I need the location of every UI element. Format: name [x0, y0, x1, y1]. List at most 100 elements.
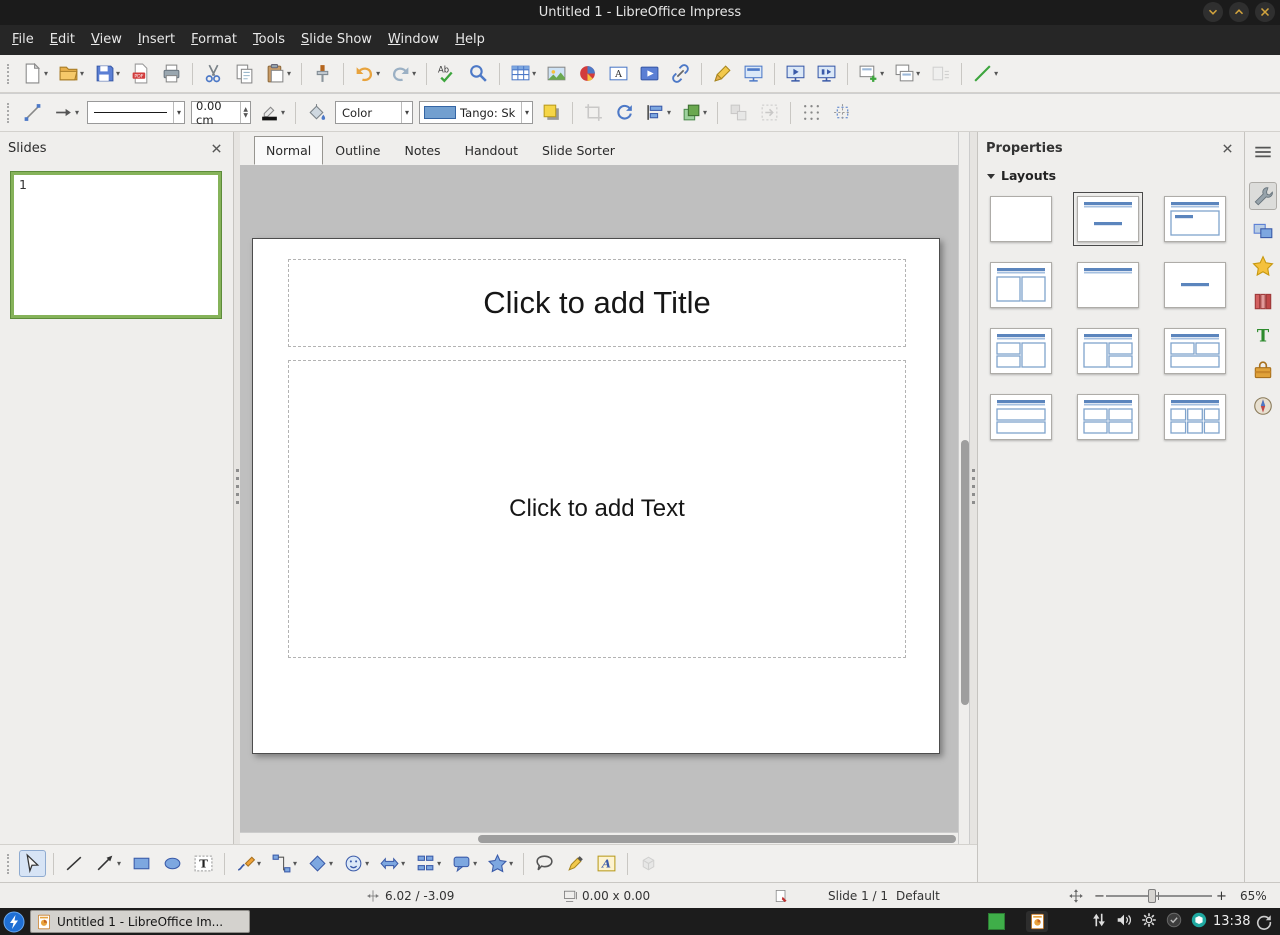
layout-title-only[interactable]	[1077, 262, 1139, 308]
dropdown-arrow-icon[interactable]: ▾	[257, 859, 261, 868]
insert-table-button[interactable]: ▾	[507, 60, 539, 87]
workspace-indicator[interactable]	[988, 913, 1005, 930]
dropdown-arrow-icon[interactable]: ▾	[401, 102, 412, 123]
dropdown-arrow-icon[interactable]: ▾	[916, 69, 920, 78]
snap-guides-button[interactable]	[829, 99, 856, 126]
undo-button[interactable]: ▾	[351, 60, 383, 87]
ellipse-tool-button[interactable]	[159, 850, 186, 877]
clone-formatting-button[interactable]	[309, 60, 336, 87]
shadow-button[interactable]	[538, 99, 565, 126]
insert-hyperlink-button[interactable]	[667, 60, 694, 87]
dropdown-arrow-icon[interactable]: ▾	[532, 69, 536, 78]
view-tab-outline[interactable]: Outline	[323, 136, 392, 165]
insert-chart-button[interactable]	[574, 60, 601, 87]
extrusion-button[interactable]	[635, 850, 662, 877]
zoom-slider-track[interactable]	[1106, 895, 1212, 897]
master-style-name[interactable]: Default	[896, 883, 940, 909]
text-placeholder[interactable]: Click to add Text	[288, 360, 906, 658]
redo-button[interactable]: ▾	[387, 60, 419, 87]
menu-insert[interactable]: Insert	[130, 25, 183, 55]
open-button[interactable]: ▾	[55, 60, 87, 87]
dropdown-arrow-icon[interactable]: ▾	[667, 108, 671, 117]
points-tool-button[interactable]	[531, 850, 558, 877]
menu-help[interactable]: Help	[447, 25, 493, 55]
zoom-level[interactable]: 65%	[1240, 883, 1267, 909]
layout-title-2t-1b[interactable]	[1164, 328, 1226, 374]
master-slide-button[interactable]	[740, 60, 767, 87]
layouts-section-header[interactable]: Layouts	[978, 164, 1244, 187]
zoom-out-button[interactable]: −	[1094, 883, 1105, 909]
insert-line-button[interactable]: ▾	[969, 60, 1001, 87]
group-button[interactable]	[725, 99, 752, 126]
dropdown-arrow-icon[interactable]: ▾	[173, 102, 184, 123]
dropdown-arrow-icon[interactable]: ▾	[117, 859, 121, 868]
session-button[interactable]	[1255, 912, 1274, 931]
dropdown-arrow-icon[interactable]: ▾	[365, 859, 369, 868]
dropdown-arrow-icon[interactable]: ▾	[437, 859, 441, 868]
tray-volume-button[interactable]	[1115, 911, 1133, 933]
view-tab-handout[interactable]: Handout	[453, 136, 530, 165]
window-minimize-button[interactable]	[1203, 2, 1223, 22]
menu-format[interactable]: Format	[183, 25, 245, 55]
show-draw-functions-button[interactable]	[709, 60, 736, 87]
save-button[interactable]: ▾	[91, 60, 123, 87]
lines-arrows-button[interactable]: ▾	[92, 850, 124, 877]
fit-slide-button[interactable]	[1068, 883, 1084, 909]
view-tab-normal[interactable]: Normal	[254, 136, 323, 165]
sidebar-tab-gallery[interactable]	[1249, 287, 1277, 315]
sidebar-tab-animation[interactable]	[1249, 252, 1277, 280]
cut-button[interactable]	[200, 60, 227, 87]
stars-button[interactable]: ▾	[484, 850, 516, 877]
slides-panel-close-button[interactable]	[207, 139, 225, 157]
zoom-in-button[interactable]: +	[1216, 883, 1227, 909]
window-maximize-button[interactable]	[1229, 2, 1249, 22]
dropdown-arrow-icon[interactable]: ▾	[287, 69, 291, 78]
dropdown-arrow-icon[interactable]: ▾	[703, 108, 707, 117]
toolbar-drag-handle[interactable]	[7, 64, 10, 84]
taskbar-clock[interactable]: 13:38	[1213, 908, 1250, 935]
copy-button[interactable]	[231, 60, 258, 87]
view-tab-slide-sorter[interactable]: Slide Sorter	[530, 136, 627, 165]
line-style-select[interactable]: ▾	[87, 101, 185, 124]
flowchart-button[interactable]: ▾	[412, 850, 444, 877]
menu-view[interactable]: View	[83, 25, 130, 55]
window-close-button[interactable]	[1255, 2, 1275, 22]
menu-edit[interactable]: Edit	[42, 25, 83, 55]
slide-canvas[interactable]: Click to add Title Click to add Text	[252, 238, 940, 754]
title-placeholder[interactable]: Click to add Title	[288, 259, 906, 347]
dropdown-arrow-icon[interactable]: ▾	[293, 859, 297, 868]
curves-button[interactable]: ▾	[232, 850, 264, 877]
layout-blank[interactable]	[990, 196, 1052, 242]
dropdown-arrow-icon[interactable]: ▾	[473, 859, 477, 868]
start-slideshow-button[interactable]	[782, 60, 809, 87]
tray-document-button[interactable]	[1026, 911, 1048, 932]
line-tool-button[interactable]	[61, 850, 88, 877]
toolbar-drag-handle[interactable]	[7, 103, 10, 123]
dropdown-arrow-icon[interactable]: ▾	[281, 108, 285, 117]
duplicate-slide-button[interactable]: ▾	[891, 60, 923, 87]
textbox-tool-button[interactable]: T	[190, 850, 217, 877]
spinner-arrows-icon[interactable]: ▲▼	[240, 102, 250, 123]
export-pdf-button[interactable]: PDF	[127, 60, 154, 87]
zoom-slider[interactable]	[1106, 883, 1212, 909]
horizontal-scrollbar[interactable]	[240, 832, 958, 844]
sidebar-tab-navigator[interactable]	[1249, 392, 1277, 420]
zoom-slider-thumb[interactable]	[1148, 889, 1156, 903]
tray-status-indicator-button[interactable]	[1165, 911, 1183, 933]
print-button[interactable]	[158, 60, 185, 87]
crop-image-button[interactable]	[580, 99, 607, 126]
symbol-shapes-button[interactable]: ▾	[340, 850, 372, 877]
layout-title-6[interactable]	[1164, 394, 1226, 440]
enter-group-button[interactable]	[756, 99, 783, 126]
line-width-input[interactable]: 0.00 cm▲▼	[191, 101, 251, 124]
document-modified-indicator[interactable]	[773, 883, 789, 909]
basic-shapes-button[interactable]: ▾	[304, 850, 336, 877]
start-current-slide-button[interactable]	[813, 60, 840, 87]
sidebar-tab-slide-transition[interactable]	[1249, 217, 1277, 245]
dropdown-arrow-icon[interactable]: ▾	[412, 69, 416, 78]
fontwork-button[interactable]: A	[593, 850, 620, 877]
expand-slide-button[interactable]	[927, 60, 954, 87]
fill-format-button[interactable]	[303, 99, 330, 126]
layout-title-4[interactable]	[1077, 394, 1139, 440]
sidebar-tab-properties[interactable]	[1249, 182, 1277, 210]
